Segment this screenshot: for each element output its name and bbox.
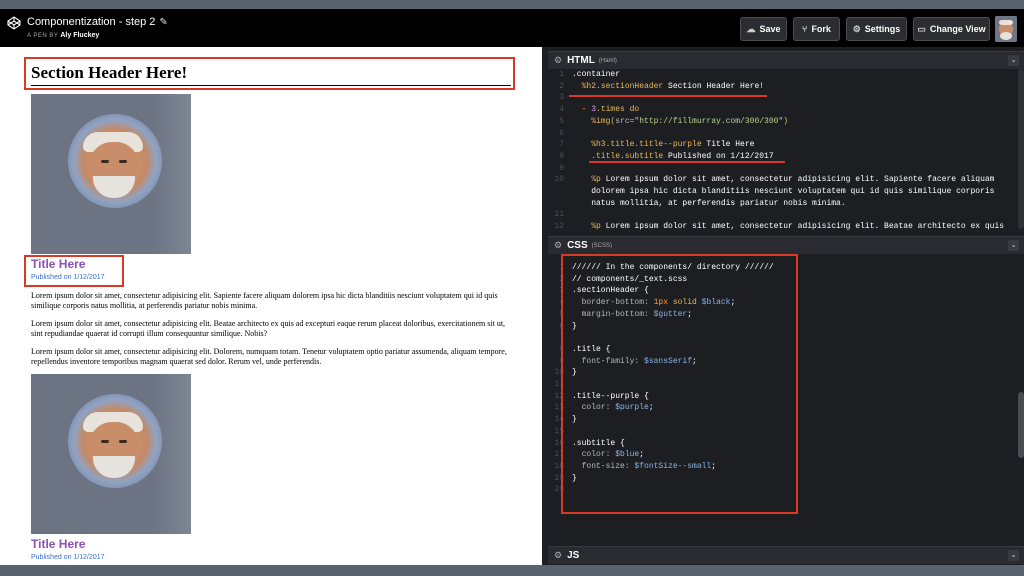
chevron-down-icon[interactable]: ⌄ [1008,240,1019,251]
preview-pane: Section Header Here! Title Here Publishe… [0,47,542,565]
edit-pencil-icon[interactable]: ✎ [159,17,167,28]
html-scrollbar[interactable] [1018,69,1024,229]
annotation-box-title [24,255,124,287]
avatar-image [995,16,1017,42]
annotation-box-css [561,254,798,514]
paragraph: Lorem ipsum dolor sit amet, consectetur … [31,291,498,310]
portrait-image [31,374,191,534]
user-avatar[interactable] [995,16,1017,42]
item-subtitle: Published on 1/12/2017 [31,554,105,561]
paragraph: Lorem ipsum dolor sit amet, consectetur … [31,347,507,366]
code-line: %img(src="http://fillmurray.com/300/300"… [572,116,789,126]
panel-preprocessor: (Haml) [598,57,617,64]
code-line: %h3.title.title--purple Title Here [572,140,755,150]
settings-button[interactable]: ⚙ Settings [846,17,907,41]
panel-name: HTML [567,55,595,66]
annotation-box-section-header [24,57,515,90]
code-line: natus mollitia, at perferendis pariatur … [572,198,846,208]
portrait-image [31,94,191,254]
codepen-logo-icon[interactable] [7,16,21,30]
pen-header: Componentization - step 2 ✎ A PEN BY Aly F… [0,9,1024,47]
annotation-underline [589,161,785,163]
gear-icon[interactable]: ⚙ [554,550,562,561]
panel-name: CSS [567,240,588,251]
css-scrollbar[interactable] [1018,392,1024,458]
author-name[interactable]: Aly Fluckey [60,32,99,39]
fork-icon: ⑂ [802,24,808,34]
html-panel-header[interactable]: ⚙ HTML (Haml) ⌄ [548,51,1024,69]
fork-button[interactable]: ⑂ Fork [793,17,840,41]
top-frame [0,0,1024,9]
item-title: Title Here [31,537,86,551]
gear-icon[interactable]: ⚙ [554,55,562,66]
code-line: .container [572,70,621,79]
pen-title-text: Componentization - step 2 [27,16,156,28]
css-panel-header[interactable]: ⚙ CSS (SCSS) ⌄ [548,236,1024,254]
paragraph: Lorem ipsum dolor sit amet, consectetur … [31,319,506,338]
annotation-underline [569,95,767,97]
chevron-down-icon[interactable]: ⌄ [1008,55,1019,66]
chevron-down-icon[interactable]: ⌄ [1008,550,1019,561]
gear-icon: ⚙ [852,23,861,34]
html-code-editor[interactable]: 1 2 3 4 5 6 7 8 9 10 11 12 .container %h… [548,69,1024,235]
cloud-icon: ☁ [746,23,756,34]
code-line: dolorem ipsa hic dicta blanditiis nesciu… [572,187,995,196]
panel-preprocessor: (SCSS) [591,242,612,249]
code-line: %h2.sectionHeader Section Header Here! [572,81,765,91]
panel-name: JS [567,550,580,561]
gear-icon[interactable]: ⚙ [554,240,562,251]
code-line: - 3.times do [572,105,640,115]
save-label: Save [759,24,781,34]
pen-title[interactable]: Componentization - step 2 ✎ [27,16,168,28]
pen-by-label: A PEN BY [27,33,59,39]
change-view-label: Change View [929,24,986,34]
pen-author: A PEN BY Aly Fluckey [27,32,99,39]
editor-pane: ⚙ HTML (Haml) ⌄ 1 2 3 4 5 6 7 8 9 10 11 … [548,47,1024,565]
bottom-frame [0,565,1024,576]
fork-label: Fork [811,24,831,34]
save-button[interactable]: ☁ Save [740,17,787,41]
code-line: %p Lorem ipsum dolor sit amet, consectet… [572,222,1005,232]
layout-icon: ▭ [917,23,926,34]
code-line: %p Lorem ipsum dolor sit amet, consectet… [572,175,995,185]
js-panel-header[interactable]: ⚙ JS ⌄ [548,546,1024,564]
change-view-button[interactable]: ▭ Change View [913,17,990,41]
settings-label: Settings [864,24,901,34]
